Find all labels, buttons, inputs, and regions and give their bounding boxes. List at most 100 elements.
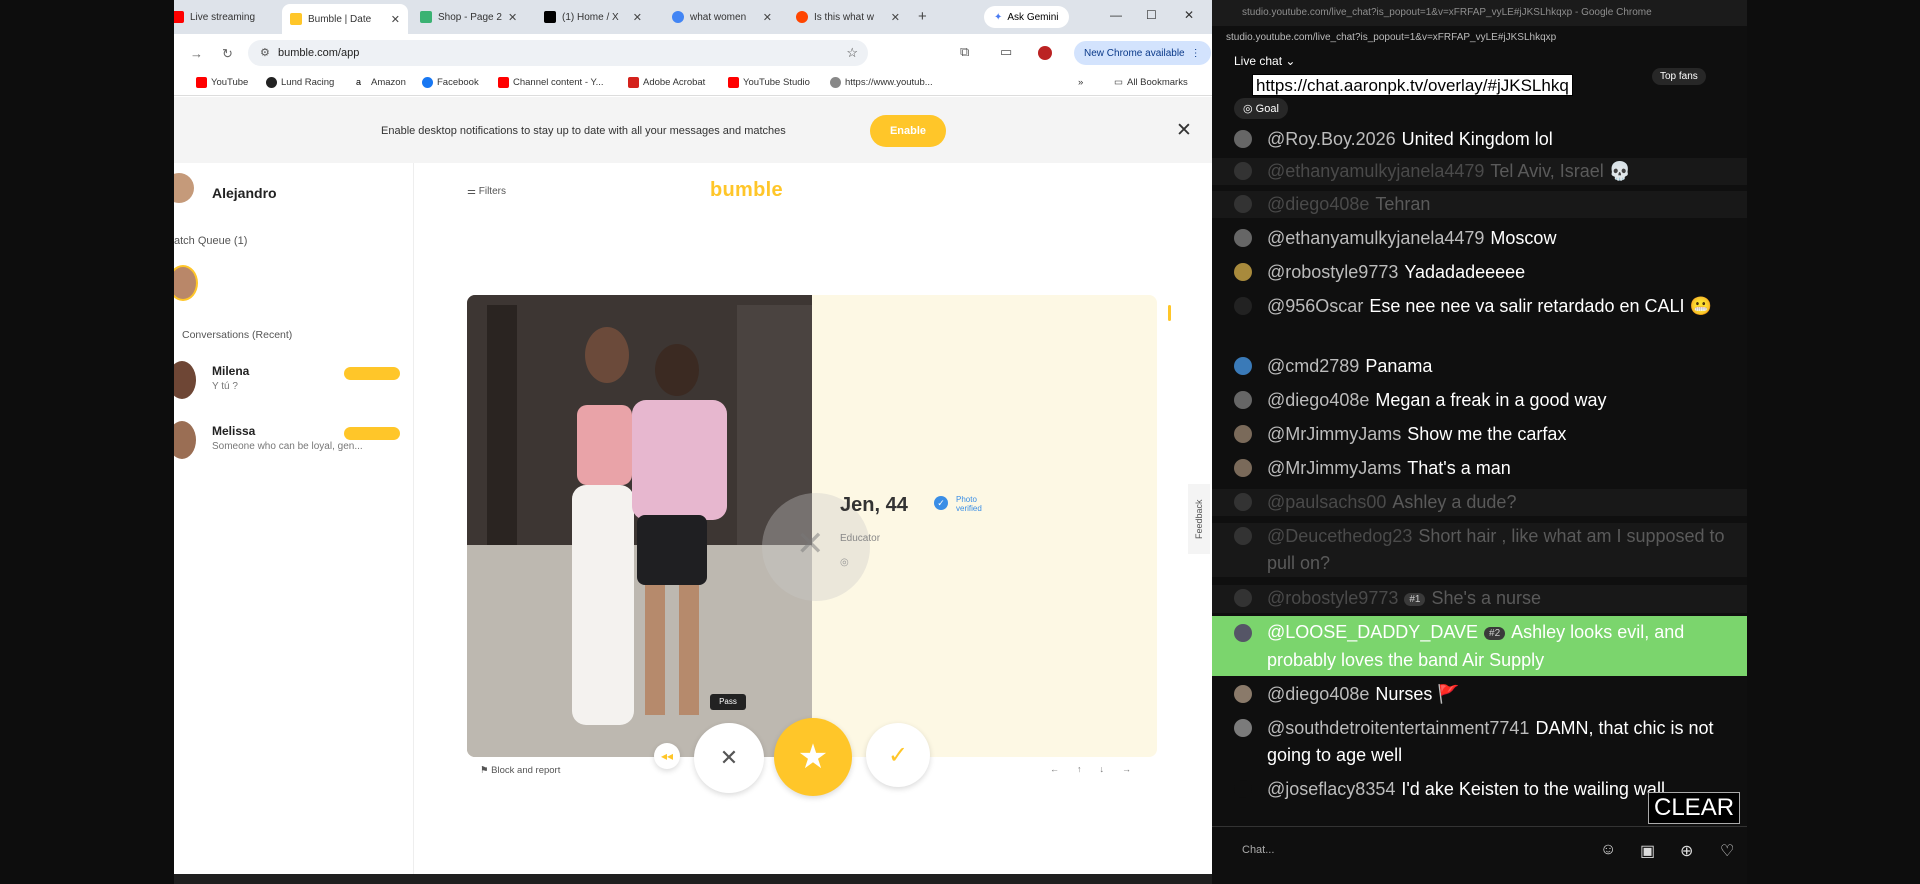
more-bookmarks-icon[interactable]: »: [1078, 77, 1083, 88]
new-tab-icon[interactable]: +: [918, 8, 927, 25]
close-tab-icon[interactable]: ✕: [891, 11, 900, 24]
chat-message[interactable]: @cmd2789 Panama: [1212, 353, 1747, 380]
match-queue-label: atch Queue (1): [174, 235, 248, 247]
profile-photo[interactable]: [467, 295, 812, 757]
reload-icon[interactable]: ↻: [222, 46, 233, 62]
youtube-icon: [196, 77, 207, 88]
rewind-button[interactable]: ◂◂: [654, 743, 680, 769]
profile-avatar[interactable]: [1038, 46, 1052, 60]
superswipe-button[interactable]: ★: [774, 718, 852, 796]
bookmark-youtube[interactable]: YouTube: [196, 77, 248, 88]
window-title: studio.youtube.com/live_chat?is_popout=1…: [1212, 0, 1747, 26]
new-chrome-available-button[interactable]: New Chrome available ⋮: [1074, 41, 1211, 65]
chat-input[interactable]: Chat...: [1242, 844, 1274, 856]
tab-bumble[interactable]: Bumble | Date ✕: [282, 4, 408, 34]
chevron-down-icon: ⌄: [1285, 54, 1296, 68]
extensions-icon[interactable]: ⧉: [960, 44, 969, 60]
location-icon: ◎: [840, 557, 849, 568]
chat-message-highlighted[interactable]: @LOOSE_DADDY_DAVE #2 Ashley looks evil, an…: [1212, 616, 1747, 676]
popout-url: studio.youtube.com/live_chat?is_popout=1…: [1226, 32, 1557, 43]
bookmark-lund-racing[interactable]: Lund Racing: [266, 77, 334, 88]
bookmark-channel-content[interactable]: Channel content - Y...: [498, 77, 604, 88]
bookmark-facebook[interactable]: Facebook: [422, 77, 479, 88]
main-header: ⚌ Filters bumble: [414, 163, 1212, 223]
bookmark-youtube-studio[interactable]: YouTube Studio: [728, 77, 810, 88]
tab-shop[interactable]: Shop - Page 2 ✕: [412, 4, 524, 30]
chat-message[interactable]: @diego408e Tehran: [1212, 191, 1747, 218]
avatar: [174, 361, 196, 399]
close-tab-icon[interactable]: ✕: [508, 11, 517, 24]
google-icon: [672, 11, 684, 23]
chat-message[interactable]: @paulsachs00 Ashley a dude?: [1212, 489, 1747, 516]
chat-message[interactable]: @Deucethedog23 Short hair , like what am …: [1212, 523, 1747, 577]
bookmark-youtube-url[interactable]: https://www.youtub...: [830, 77, 933, 88]
desktop: Live streaming Bumble | Date ✕ Shop - Pa…: [0, 0, 1920, 884]
close-window-icon[interactable]: ✕: [1184, 8, 1194, 22]
money-icon[interactable]: ▣: [1640, 841, 1655, 861]
all-bookmarks[interactable]: ▭ All Bookmarks: [1114, 77, 1188, 88]
reddit-icon: [796, 11, 808, 23]
close-tab-icon[interactable]: ✕: [391, 13, 400, 26]
emoji-icon[interactable]: ☺: [1600, 841, 1616, 859]
tab-google-search[interactable]: what women ✕: [664, 4, 780, 30]
bookmark-star-icon[interactable]: ☆: [846, 45, 858, 61]
user-name[interactable]: Alejandro: [212, 185, 277, 201]
rewind-icon: ◂◂: [660, 749, 674, 763]
bookmark-amazon[interactable]: a Amazon: [356, 77, 406, 88]
match-queue-avatar[interactable]: [174, 265, 198, 301]
clear-button[interactable]: CLEAR: [1648, 792, 1741, 824]
chat-message[interactable]: @ethanyamulkyjanela4479 Moscow: [1212, 225, 1747, 252]
chat-input-bar: Chat... ☺ ▣ ⊕ ♡: [1212, 826, 1747, 872]
chat-message[interactable]: @robostyle9773 Yadadadeeeee: [1212, 259, 1747, 286]
close-icon[interactable]: ✕: [1176, 119, 1192, 142]
heart-icon[interactable]: ♡: [1720, 841, 1734, 861]
chat-message[interactable]: @robostyle9773 #1 She's a nurse: [1212, 585, 1747, 613]
cast-icon[interactable]: ▭: [1000, 44, 1012, 60]
like-button[interactable]: ✓: [866, 723, 930, 787]
chat-message[interactable]: @diego408e Megan a freak in a good way: [1212, 387, 1747, 414]
top-fan-badge: #2: [1484, 626, 1506, 640]
filters-button[interactable]: ⚌ Filters: [467, 186, 506, 197]
live-chat-dropdown[interactable]: Live chat ⌄: [1234, 54, 1295, 68]
forward-icon[interactable]: →: [190, 46, 203, 61]
tab-x-home[interactable]: (1) Home / X ✕: [536, 4, 650, 30]
menu-dots-icon[interactable]: ⋮: [1191, 48, 1201, 59]
tab-live-streaming[interactable]: Live streaming: [174, 4, 256, 30]
url-field[interactable]: ⚙ bumble.com/app ☆: [248, 40, 868, 66]
avatar[interactable]: [174, 173, 194, 203]
chat-message[interactable]: @MrJimmyJams Show me the carfax: [1212, 421, 1747, 448]
check-icon: ✓: [887, 741, 909, 769]
conversation-item[interactable]: Melissa Someone who can be loyal, gen...: [174, 421, 414, 465]
bumble-sidebar: Alejandro atch Queue (1) Conversations (…: [174, 163, 414, 874]
tab-reddit[interactable]: Is this what w ✕: [788, 4, 908, 30]
chat-message[interactable]: @MrJimmyJams That's a man: [1212, 455, 1747, 482]
ask-gemini-button[interactable]: ✦ Ask Gemini: [984, 6, 1069, 28]
minimize-icon[interactable]: —: [1110, 8, 1122, 22]
chat-message[interactable]: @956Oscar Ese nee nee va salir retardado …: [1212, 293, 1747, 320]
close-tab-icon[interactable]: ✕: [763, 11, 772, 24]
add-icon[interactable]: ⊕: [1680, 841, 1693, 861]
maximize-icon[interactable]: ☐: [1146, 8, 1157, 22]
feedback-tab[interactable]: Feedback: [1188, 484, 1210, 554]
avatar: [174, 421, 196, 459]
chat-message[interactable]: @ethanyamulkyjanela4479 Tel Aviv, Israel …: [1212, 158, 1747, 185]
bumble-logo: bumble: [710, 179, 783, 201]
bookmark-adobe-acrobat[interactable]: Adobe Acrobat: [628, 77, 705, 88]
block-and-report-link[interactable]: ⚑ Block and report: [480, 765, 560, 776]
youtube-icon: [728, 77, 739, 88]
enable-notifications-button[interactable]: Enable: [870, 115, 946, 147]
site-settings-icon[interactable]: ⚙: [260, 46, 270, 59]
chat-message[interactable]: @Roy.Boy.2026 United Kingdom lol: [1212, 126, 1747, 153]
chat-message[interactable]: @southdetroitentertainment7741 DAMN, that…: [1212, 715, 1747, 769]
conversation-item[interactable]: Milena Y tú ?: [174, 361, 414, 405]
close-tab-icon[interactable]: ✕: [633, 11, 642, 24]
facebook-icon: [422, 77, 433, 88]
goal-button[interactable]: ◎ Goal: [1234, 98, 1288, 119]
star-icon: ★: [797, 738, 829, 776]
chat-message[interactable]: @diego408e Nurses 🚩: [1212, 681, 1747, 708]
top-fans-button[interactable]: Top fans: [1652, 68, 1706, 85]
notification-banner: Enable desktop notifications to stay up …: [174, 97, 1212, 163]
pass-button[interactable]: ✕: [694, 723, 764, 793]
bumble-icon: [290, 13, 302, 25]
keyboard-shortcut-hints: ←↑↓→: [1050, 764, 1149, 774]
